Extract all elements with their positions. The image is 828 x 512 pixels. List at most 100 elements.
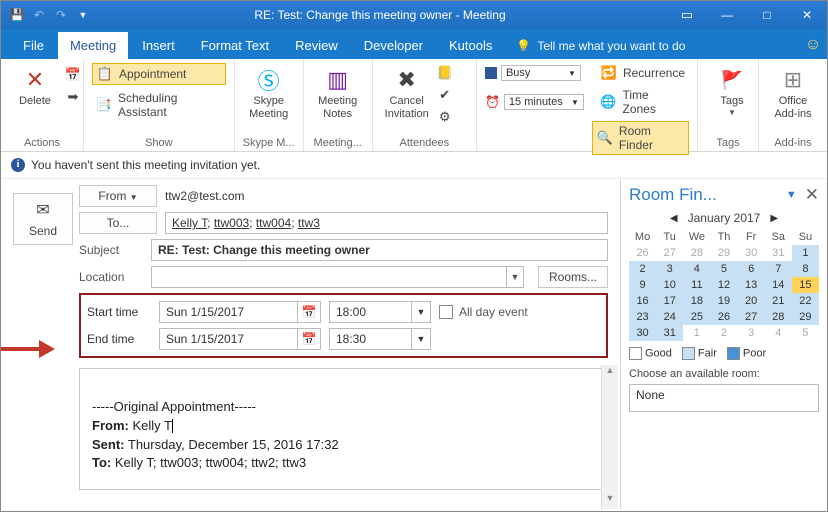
calendar-day[interactable]: 25 xyxy=(683,309,710,325)
message-body[interactable]: -----Original Appointment----- From: Kel… xyxy=(79,368,608,490)
start-date-field[interactable]: Sun 1/15/2017 📅 xyxy=(159,301,321,323)
calendar-day[interactable]: 5 xyxy=(792,325,819,341)
close-window-icon[interactable]: ✕ xyxy=(787,1,827,29)
all-day-checkbox[interactable]: All day event xyxy=(439,305,528,319)
address-book-icon[interactable]: 📒 xyxy=(433,63,457,83)
calendar-day[interactable]: 29 xyxy=(710,245,737,261)
start-time-field[interactable]: 18:00 ▼ xyxy=(329,301,431,323)
tab-kutools[interactable]: Kutools xyxy=(437,32,504,59)
calendar-day[interactable]: 9 xyxy=(629,277,656,293)
calendar-day[interactable]: 23 xyxy=(629,309,656,325)
calendar-day[interactable]: 30 xyxy=(738,245,765,261)
calendar-day[interactable]: 24 xyxy=(656,309,683,325)
end-date-field[interactable]: Sun 1/15/2017 📅 xyxy=(159,328,321,350)
tab-format-text[interactable]: Format Text xyxy=(189,32,281,59)
room-list[interactable]: None xyxy=(629,384,819,412)
calendar-day[interactable]: 21 xyxy=(765,293,792,309)
to-button[interactable]: To... xyxy=(79,212,157,234)
calendar-day[interactable]: 27 xyxy=(656,245,683,261)
next-month-icon[interactable]: ▶ xyxy=(770,213,778,224)
delete-button[interactable]: ✕ Delete xyxy=(9,63,61,110)
office-addins-button[interactable]: ⊞ Office Add-ins xyxy=(767,63,819,122)
calendar-day[interactable]: 13 xyxy=(738,277,765,293)
location-dropdown-icon[interactable]: ▼ xyxy=(507,266,524,288)
tab-review[interactable]: Review xyxy=(283,32,350,59)
calendar-picker-icon[interactable]: 📅 xyxy=(297,302,320,322)
close-pane-icon[interactable]: ✕ xyxy=(805,185,819,205)
calendar-day[interactable]: 26 xyxy=(710,309,737,325)
calendar-day[interactable]: 27 xyxy=(738,309,765,325)
calendar-day[interactable]: 7 xyxy=(765,261,792,277)
chevron-down-icon[interactable]: ▼ xyxy=(411,302,430,322)
minimize-icon[interactable]: — xyxy=(707,1,747,29)
tab-developer[interactable]: Developer xyxy=(352,32,435,59)
calendar-day[interactable]: 4 xyxy=(683,261,710,277)
calendar-day[interactable]: 20 xyxy=(738,293,765,309)
tab-file[interactable]: File xyxy=(11,32,56,59)
mini-calendar[interactable]: MoTuWeThFrSaSu 2627282930311234567891011… xyxy=(629,229,819,341)
chevron-down-icon[interactable]: ▼ xyxy=(411,329,430,349)
tab-insert[interactable]: Insert xyxy=(130,32,187,59)
tags-button[interactable]: 🚩 Tags ▼ xyxy=(706,63,758,119)
response-options-icon[interactable]: ⚙ xyxy=(433,107,457,127)
calendar-day[interactable]: 6 xyxy=(738,261,765,277)
subject-field[interactable]: RE: Test: Change this meeting owner xyxy=(151,239,608,261)
calendar-day[interactable]: 15 xyxy=(792,277,819,293)
calendar-day[interactable]: 11 xyxy=(683,277,710,293)
calendar-day[interactable]: 2 xyxy=(710,325,737,341)
rooms-button[interactable]: Rooms... xyxy=(538,266,608,288)
prev-month-icon[interactable]: ◀ xyxy=(670,213,678,224)
end-time-field[interactable]: 18:30 ▼ xyxy=(329,328,431,350)
calendar-day[interactable]: 12 xyxy=(710,277,737,293)
qat-more-icon[interactable]: ▼ xyxy=(73,5,93,25)
forward-small-icon[interactable]: ➡ xyxy=(61,87,85,107)
calendar-day[interactable]: 19 xyxy=(710,293,737,309)
scheduling-assistant-button[interactable]: 📑 Scheduling Assistant xyxy=(92,89,226,121)
calendar-day[interactable]: 30 xyxy=(629,325,656,341)
from-button[interactable]: From ▼ xyxy=(79,185,157,207)
ribbon-display-options-icon[interactable]: ▭ xyxy=(667,1,707,29)
meeting-notes-button[interactable]: ▥ Meeting Notes xyxy=(312,63,364,122)
calendar-day[interactable]: 31 xyxy=(765,245,792,261)
qat-undo-icon[interactable]: ↶ xyxy=(29,5,49,25)
skype-meeting-button[interactable]: Ⓢ Skype Meeting xyxy=(243,63,295,122)
calendar-day[interactable]: 1 xyxy=(683,325,710,341)
calendar-day[interactable]: 31 xyxy=(656,325,683,341)
show-as-combo[interactable]: Busy▼ xyxy=(501,65,581,81)
reminder-combo[interactable]: 15 minutes▼ xyxy=(504,94,584,110)
qat-redo-icon[interactable]: ↷ xyxy=(51,5,71,25)
calendar-day[interactable]: 14 xyxy=(765,277,792,293)
to-field[interactable]: Kelly T; ttw003; ttw004; ttw3 xyxy=(165,212,608,234)
cancel-invitation-button[interactable]: ✖ Cancel Invitation xyxy=(381,63,433,127)
recurrence-button[interactable]: 🔁Recurrence xyxy=(597,63,689,83)
check-names-icon[interactable]: ✔ xyxy=(433,85,457,105)
calendar-day[interactable]: 22 xyxy=(792,293,819,309)
calendar-day[interactable]: 8 xyxy=(792,261,819,277)
qat-save-icon[interactable]: 💾 xyxy=(7,5,27,25)
calendar-day[interactable]: 10 xyxy=(656,277,683,293)
feedback-smiley-icon[interactable]: ☺ xyxy=(799,31,827,59)
calendar-day[interactable]: 3 xyxy=(738,325,765,341)
calendar-small-icon[interactable]: 📅 xyxy=(61,65,85,85)
location-field[interactable] xyxy=(151,266,507,288)
tell-me[interactable]: 💡 Tell me what you want to do xyxy=(506,33,797,59)
calendar-day[interactable]: 5 xyxy=(710,261,737,277)
calendar-picker-icon[interactable]: 📅 xyxy=(297,329,320,349)
calendar-day[interactable]: 4 xyxy=(765,325,792,341)
maximize-icon[interactable]: □ xyxy=(747,1,787,29)
appointment-button[interactable]: 📋 Appointment xyxy=(92,63,226,85)
time-zones-button[interactable]: 🌐Time Zones xyxy=(596,86,689,118)
send-button[interactable]: ✉ Send xyxy=(13,193,73,245)
calendar-day[interactable]: 29 xyxy=(792,309,819,325)
calendar-day[interactable]: 1 xyxy=(792,245,819,261)
calendar-day[interactable]: 16 xyxy=(629,293,656,309)
calendar-day[interactable]: 18 xyxy=(683,293,710,309)
calendar-day[interactable]: 28 xyxy=(683,245,710,261)
room-finder-button[interactable]: 🔍Room Finder xyxy=(592,121,689,155)
calendar-day[interactable]: 17 xyxy=(656,293,683,309)
calendar-day[interactable]: 28 xyxy=(765,309,792,325)
pane-menu-icon[interactable]: ▼ xyxy=(786,189,797,201)
calendar-day[interactable]: 2 xyxy=(629,261,656,277)
calendar-day[interactable]: 3 xyxy=(656,261,683,277)
editor-scrollbar[interactable]: ▲ ▼ xyxy=(601,365,618,509)
